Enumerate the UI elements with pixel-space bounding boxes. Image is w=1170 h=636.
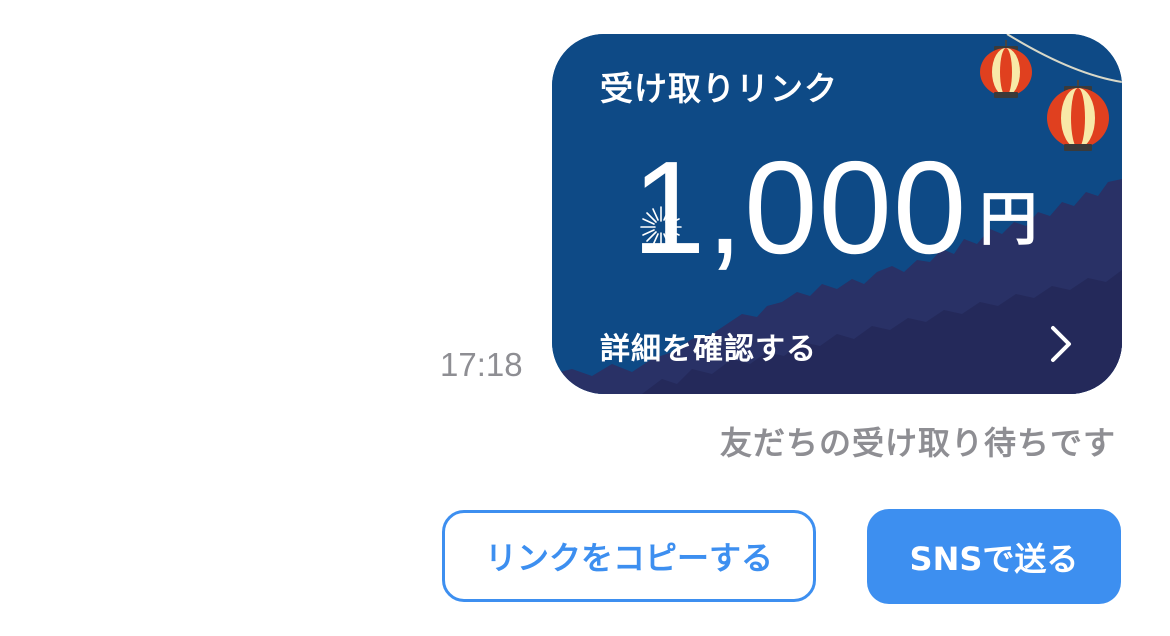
- message-timestamp: 17:18: [440, 346, 523, 383]
- firework-icon: [640, 206, 682, 248]
- card-title: 受け取りリンク: [600, 69, 838, 108]
- chevron-right-icon: [1051, 326, 1071, 362]
- receive-link-card[interactable]: 受け取りリンク 1,000 円 詳細を確認する: [552, 34, 1122, 394]
- view-details-label: 詳細を確認する: [600, 332, 817, 367]
- transfer-amount: 1,000 円: [632, 142, 1037, 274]
- currency-unit: 円: [979, 185, 1038, 253]
- copy-link-button[interactable]: リンクをコピーする: [442, 510, 816, 602]
- waiting-status-text: 友だちの受け取り待ちです: [719, 424, 1116, 462]
- send-via-sns-button[interactable]: SNSで送る: [867, 509, 1121, 604]
- view-details-link[interactable]: 詳細を確認する: [552, 314, 1122, 376]
